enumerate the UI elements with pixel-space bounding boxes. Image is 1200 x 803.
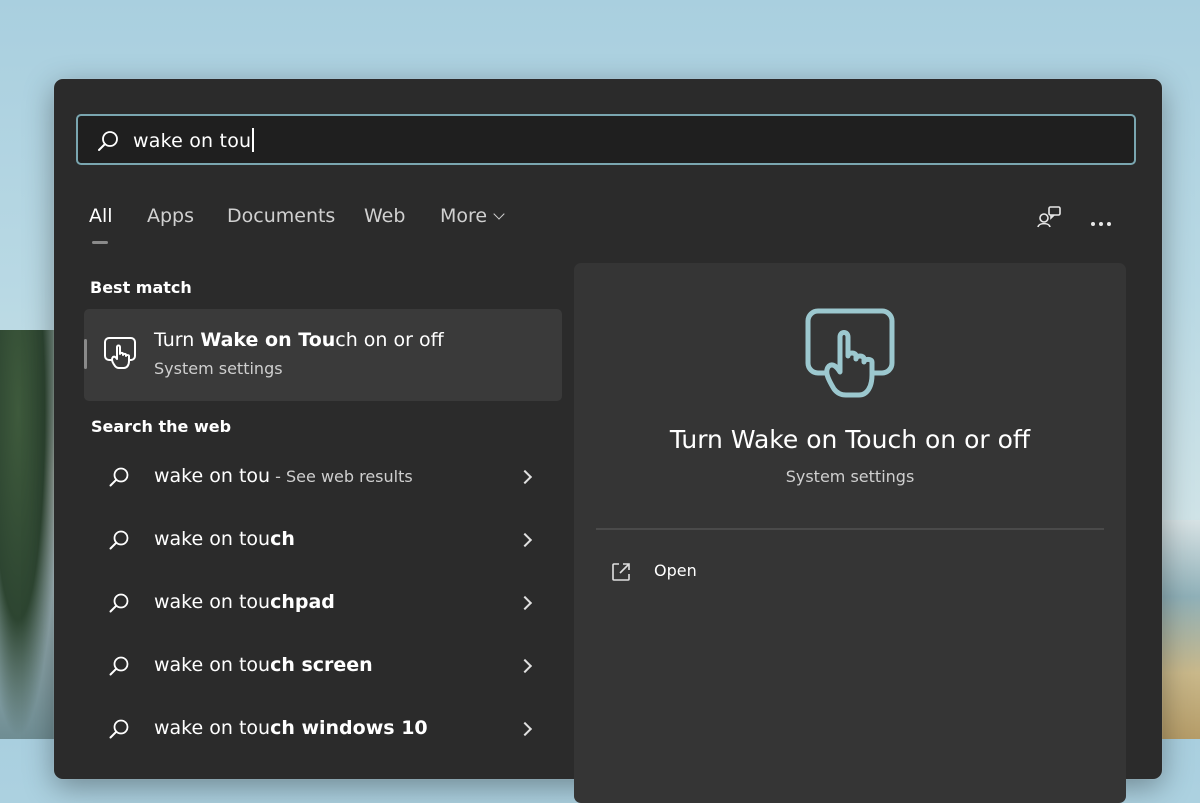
web-result-text: wake on touchpad [154, 591, 335, 613]
more-options-icon[interactable] [1090, 213, 1112, 232]
search-panel: wake on tou All Apps Documents Web More … [54, 79, 1162, 803]
wallpaper-left [0, 330, 60, 739]
preview-divider [596, 528, 1104, 530]
bm-title-prefix: Turn [154, 329, 201, 351]
chevron-right-icon [517, 595, 533, 611]
web-result-bold: ch [270, 528, 295, 550]
search-icon [108, 466, 130, 488]
tab-all[interactable]: All [89, 205, 113, 227]
web-result-suffix: - See web results [270, 467, 413, 486]
web-result-row[interactable]: wake on touchpad [90, 580, 550, 628]
tab-all-label: All [89, 205, 113, 227]
best-match-title: Turn Wake on Touch on or off [154, 329, 444, 351]
search-web-heading: Search the web [91, 417, 232, 436]
active-tab-indicator [92, 241, 108, 244]
open-label: Open [654, 561, 697, 580]
search-icon [108, 529, 130, 551]
web-result-row[interactable]: wake on touch screen [90, 643, 550, 691]
web-result-bold: ch windows 10 [270, 717, 428, 739]
feedback-icon[interactable] [1036, 204, 1062, 234]
web-result-row[interactable]: wake on tou - See web results [90, 454, 550, 502]
best-match-heading: Best match [90, 278, 192, 297]
touch-hand-icon [102, 335, 138, 371]
wallpaper-right [1160, 520, 1200, 739]
web-result-row[interactable]: wake on touch windows 10 [90, 706, 550, 754]
search-icon [108, 592, 130, 614]
best-match-subtitle: System settings [154, 359, 283, 378]
chevron-down-icon [493, 208, 505, 220]
chevron-right-icon [517, 532, 533, 548]
preview-title: Turn Wake on Touch on or off [669, 425, 1031, 454]
web-result-query: wake on tou [154, 654, 271, 676]
bm-title-rest: ch on or off [335, 329, 444, 351]
tab-apps-label: Apps [147, 205, 195, 227]
search-box[interactable]: wake on tou [76, 114, 1136, 165]
web-result-text: wake on tou - See web results [154, 465, 413, 487]
chevron-right-icon [517, 469, 533, 485]
tab-more-label: More [440, 205, 488, 227]
search-icon [96, 129, 120, 153]
search-query: wake on tou [133, 130, 252, 152]
web-result-text: wake on touch [154, 528, 295, 550]
web-result-query: wake on tou [154, 528, 271, 550]
open-external-icon [610, 561, 632, 583]
web-result-text: wake on touch windows 10 [154, 717, 428, 739]
preview-subtitle: System settings [785, 467, 915, 486]
web-result-bold: chpad [270, 591, 335, 613]
web-result-query: wake on tou [154, 717, 271, 739]
web-result-text: wake on touch screen [154, 654, 373, 676]
search-input[interactable]: wake on tou [133, 128, 255, 152]
best-match-result[interactable]: Turn Wake on Touch on or off System sett… [84, 309, 562, 401]
tab-more[interactable]: More [440, 205, 505, 227]
tab-documents-label: Documents [227, 205, 336, 227]
search-icon [108, 655, 130, 677]
bm-title-bold: Wake on Tou [200, 329, 336, 351]
web-result-bold: ch screen [270, 654, 373, 676]
web-result-query: wake on tou [154, 591, 271, 613]
open-action[interactable]: Open [610, 559, 810, 587]
tab-web[interactable]: Web [364, 205, 405, 227]
tab-web-label: Web [364, 205, 406, 227]
tab-documents[interactable]: Documents [227, 205, 335, 227]
web-result-row[interactable]: wake on touch [90, 517, 550, 565]
tab-apps[interactable]: Apps [147, 205, 194, 227]
web-result-query: wake on tou [154, 465, 271, 487]
chevron-right-icon [517, 721, 533, 737]
text-caret [252, 128, 255, 152]
touch-hand-icon [802, 305, 898, 401]
preview-pane: Turn Wake on Touch on or off System sett… [574, 263, 1126, 803]
chevron-right-icon [517, 658, 533, 674]
search-icon [108, 718, 130, 740]
selection-accent [84, 339, 87, 369]
